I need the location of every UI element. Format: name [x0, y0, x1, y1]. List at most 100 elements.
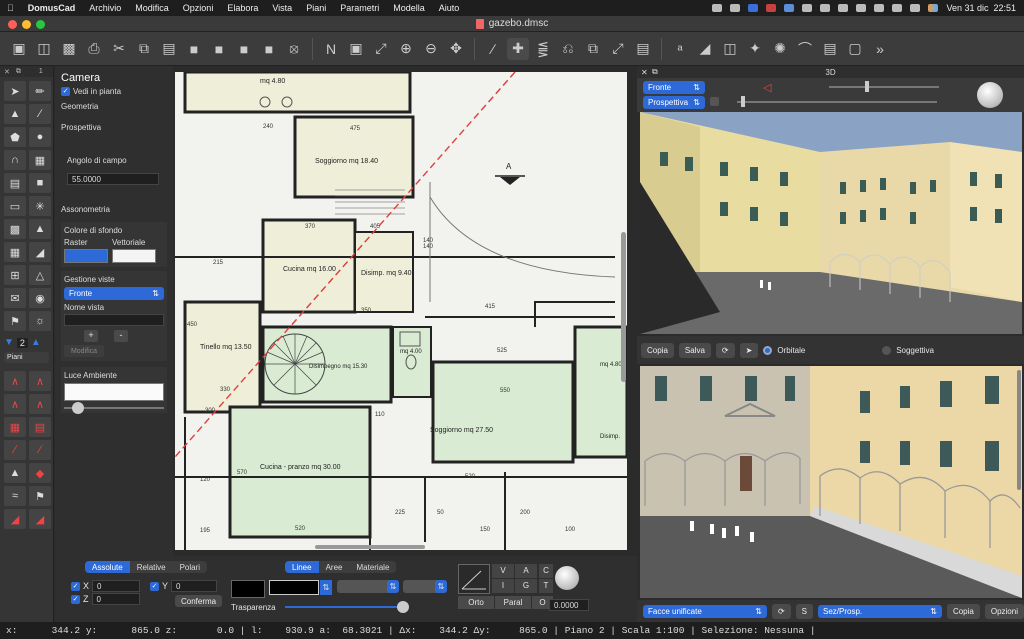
image-icon[interactable]: △	[29, 265, 51, 285]
table-icon[interactable]: ⊞	[4, 265, 26, 285]
plan-select[interactable]: Piani	[4, 352, 49, 363]
refresh-icon[interactable]: ⟳	[771, 603, 791, 619]
tilt-slider[interactable]	[737, 101, 937, 103]
3d-render-view-secondary[interactable]	[640, 366, 1022, 598]
eraser-icon[interactable]: ◆	[29, 463, 51, 483]
close-window-button[interactable]	[8, 20, 17, 29]
polygon-icon[interactable]: ⬟	[4, 127, 26, 147]
flag-icon[interactable]: ⚑	[4, 311, 26, 331]
menu-parametri[interactable]: Parametri	[333, 3, 386, 13]
3d-scrollbar[interactable]	[1017, 370, 1021, 490]
user-icon[interactable]	[874, 4, 885, 12]
orto-button[interactable]: Orto	[458, 596, 494, 609]
paral-button[interactable]: Paral	[495, 596, 531, 609]
add-view-button[interactable]: +	[84, 330, 98, 342]
app-menu[interactable]: DomusCad	[21, 3, 83, 13]
snap-icon[interactable]: ⪋	[532, 38, 554, 60]
ambient-slider[interactable]	[64, 402, 164, 414]
view-direction-select[interactable]: Fronte ⇅	[643, 81, 705, 94]
arch-icon[interactable]: ∩	[4, 150, 26, 170]
cut-icon[interactable]: ✂	[108, 38, 130, 60]
duplicate-layers-icon[interactable]: ■	[208, 38, 230, 60]
print-icon[interactable]: ⎙	[83, 38, 105, 60]
elevation-b-icon[interactable]: ∧	[29, 394, 51, 414]
cross-icon[interactable]: ✚	[507, 37, 529, 60]
text-tool-icon[interactable]: ᵃ	[669, 38, 691, 60]
new-file-icon[interactable]: ▣	[8, 38, 30, 60]
menu-modifica[interactable]: Modifica	[128, 3, 176, 13]
horizontal-scrollbar[interactable]	[315, 545, 425, 549]
options-button[interactable]: Opzioni	[984, 603, 1024, 619]
close-panel-icon[interactable]: ✕	[4, 68, 10, 76]
lock-checkbox[interactable]	[710, 97, 719, 106]
line-tool-icon[interactable]: ∕	[482, 38, 504, 60]
palette-tab-number[interactable]: 1	[39, 68, 43, 75]
ramp-b-icon[interactable]: ◢	[29, 509, 51, 529]
finder-status-icon[interactable]	[730, 4, 741, 12]
snap-t[interactable]: T	[539, 579, 553, 593]
section-box-icon[interactable]: ▦	[4, 417, 26, 437]
tab-assolute[interactable]: Assolute	[85, 561, 130, 573]
frame-icon[interactable]: ▢	[844, 38, 866, 60]
save-icon[interactable]: ▩	[58, 38, 80, 60]
section-line-icon[interactable]: ∧	[4, 371, 26, 391]
fit-view-icon[interactable]: ▣	[345, 38, 367, 60]
diagonal-line-icon[interactable]: ∕	[29, 104, 51, 124]
select-area-icon[interactable]: ⤢	[607, 38, 629, 60]
refresh-icon[interactable]: ⟳	[715, 342, 735, 358]
copy-button[interactable]: Copia	[641, 342, 674, 358]
dock-status-icon[interactable]	[784, 4, 795, 12]
line-style-preview[interactable]	[269, 580, 319, 595]
envelope-icon[interactable]: ✉	[4, 288, 26, 308]
search-icon[interactable]	[892, 4, 903, 12]
menu-vista[interactable]: Vista	[265, 3, 299, 13]
3d-render-view[interactable]	[640, 112, 1022, 334]
confirm-button[interactable]: Conferma	[175, 595, 223, 607]
perspective-section[interactable]: Prospettiva	[61, 123, 167, 132]
snap-v[interactable]: V	[492, 564, 514, 578]
axonometry-section[interactable]: Assonometria	[61, 205, 167, 214]
column-icon[interactable]: ▤	[819, 38, 841, 60]
open-folder-icon[interactable]: ◫	[33, 38, 55, 60]
mirror-icon[interactable]: ■	[233, 38, 255, 60]
section-select[interactable]: Sez/Prosp. ⇅	[818, 604, 942, 618]
tab-materiale[interactable]: Materiale	[349, 561, 396, 573]
layers-icon[interactable]: ◫	[719, 38, 741, 60]
pencil-icon[interactable]: ✏	[29, 81, 51, 101]
wall-icon[interactable]: ▲	[4, 104, 26, 124]
light-icon[interactable]: ☼	[29, 311, 51, 331]
line-type-chevron-icon[interactable]: ⇅	[435, 580, 447, 593]
wheel-icon[interactable]: ✺	[769, 38, 791, 60]
roof-icon[interactable]: ▲	[29, 219, 51, 239]
control-center-icon[interactable]	[910, 4, 921, 12]
line-weight-chevron-icon[interactable]: ⇅	[387, 580, 399, 593]
snap-a-c[interactable]: A	[515, 564, 537, 578]
fov-input[interactable]: 55.0000	[67, 173, 159, 185]
level-down-icon[interactable]: ▼	[4, 337, 14, 348]
snap-i[interactable]: I	[492, 579, 514, 593]
clock[interactable]: Ven 31 dic 22:51	[946, 3, 1016, 13]
group-icon[interactable]: ■	[258, 38, 280, 60]
z-input[interactable]: 0	[91, 593, 140, 605]
menu-opzioni[interactable]: Opzioni	[176, 3, 221, 13]
copy-bottom-button[interactable]: Copia	[946, 603, 980, 619]
projection-select[interactable]: Prospettiva ⇅	[643, 96, 705, 109]
flag-red-icon[interactable]: ⚑	[29, 486, 51, 506]
rotation-knob[interactable]	[977, 82, 1003, 108]
modify-view-button[interactable]: Modifica	[64, 345, 104, 357]
hatch-icon[interactable]: ▤	[632, 38, 654, 60]
slider-thumb[interactable]	[72, 402, 84, 414]
marker-left-icon[interactable]: ◁	[763, 81, 771, 94]
close-panel-icon[interactable]: ✕	[641, 68, 648, 77]
box-icon[interactable]: ▩	[4, 219, 26, 239]
tab-linee[interactable]: Linee	[285, 561, 319, 573]
zoom-out-icon[interactable]: ⊖	[420, 38, 442, 60]
pan-icon[interactable]: ✥	[445, 38, 467, 60]
north-icon[interactable]: N	[320, 38, 342, 60]
app-status-icon[interactable]	[766, 4, 777, 12]
delete-icon[interactable]: ⦻	[283, 38, 305, 60]
stairs-icon[interactable]: ◢	[694, 38, 716, 60]
level-number[interactable]: 2	[16, 337, 28, 348]
z-checkbox[interactable]: ✓	[71, 594, 80, 604]
transparency-slider[interactable]	[285, 606, 405, 608]
